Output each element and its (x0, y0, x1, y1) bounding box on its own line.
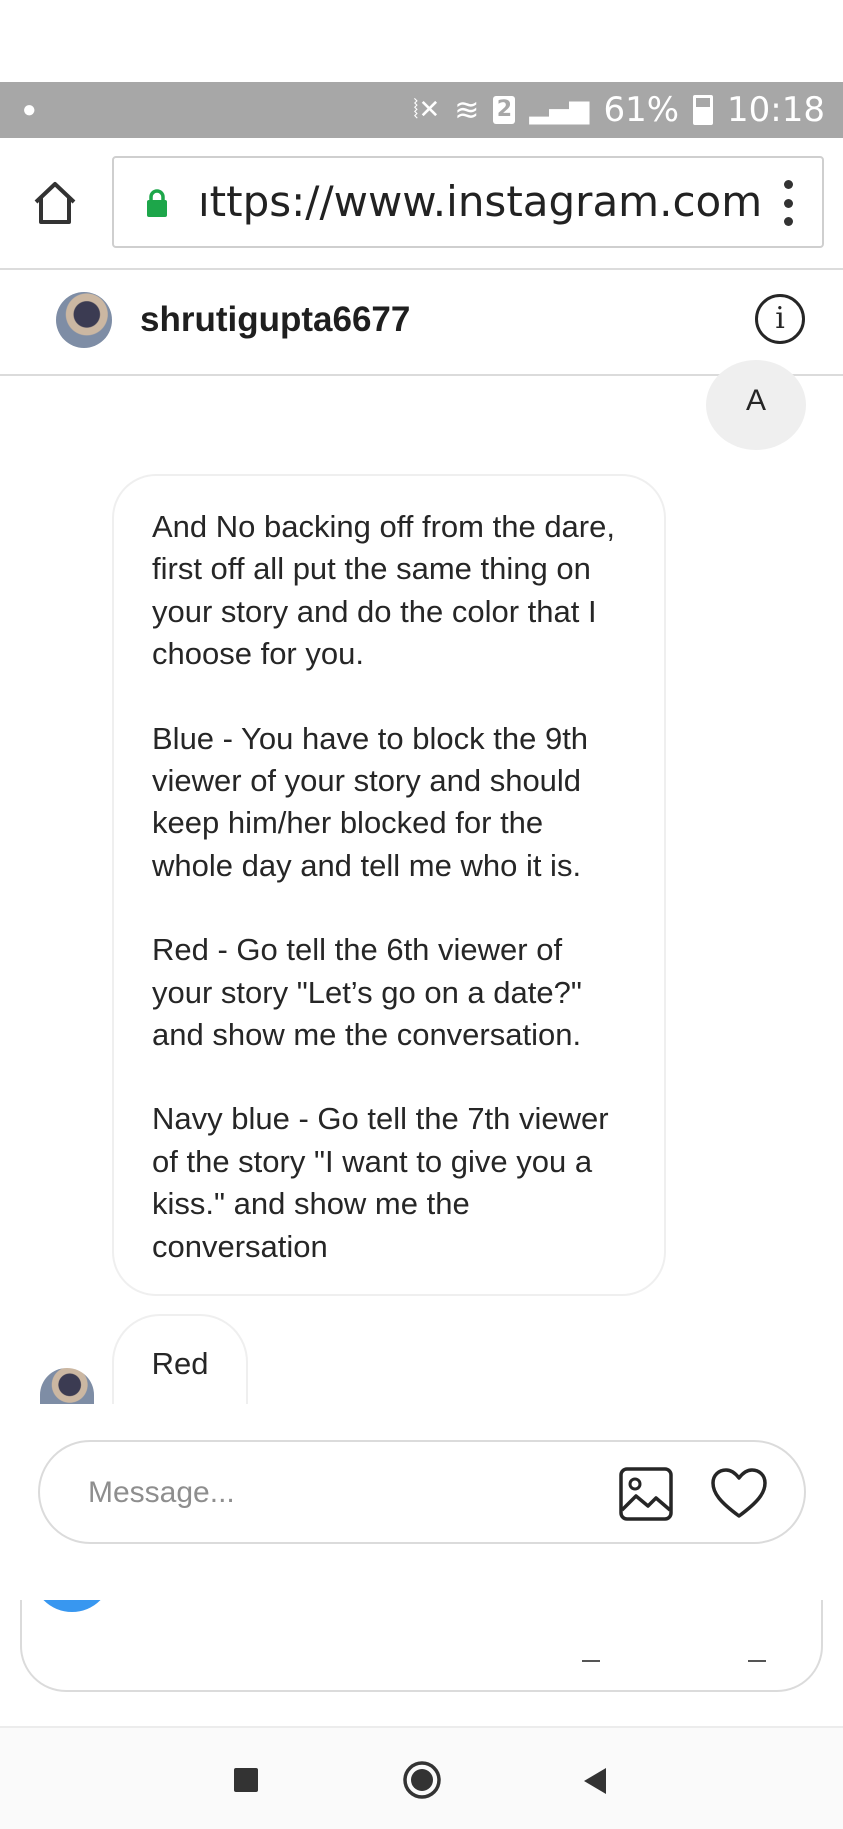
message-paragraph: Blue - You have to block the 9th viewer … (152, 720, 589, 883)
thread-clip-edge (0, 1404, 843, 1410)
message-input[interactable] (86, 1468, 570, 1518)
heart-icon[interactable] (710, 1466, 768, 1522)
kebab-menu-icon[interactable] (784, 180, 794, 226)
thread-header: shrutigupta6677 i (0, 270, 843, 376)
notification-icon: ● (22, 96, 37, 123)
avatar[interactable] (56, 292, 112, 348)
thread-username[interactable]: shrutigupta6677 (140, 300, 410, 340)
divider (748, 1660, 766, 1662)
battery-icon (693, 95, 714, 125)
wifi-icon: ≋ (454, 92, 480, 128)
circle-icon[interactable] (402, 1760, 442, 1800)
bottom-tab-peek (20, 1600, 823, 1692)
square-icon[interactable] (234, 1768, 258, 1792)
clock: 10:18 (727, 90, 825, 130)
triangle-back-icon[interactable] (582, 1766, 608, 1796)
message-paragraph: Red - Go tell the 6th viewer of your sto… (152, 932, 582, 1053)
sender-initial-avatar: A (706, 360, 806, 450)
sim-slot-badge: 2 (493, 96, 516, 124)
signal-icon: ▂▄▆ (529, 95, 590, 125)
message-paragraph: And No backing off from the dare, first … (152, 509, 615, 672)
status-bar-right: ⦚✕ ≋ 2 ▂▄▆ 61% 10:18 (413, 88, 825, 132)
system-nav-bar (0, 1726, 843, 1829)
status-bar: ● ⦚✕ ≋ 2 ▂▄▆ 61% 10:18 (0, 82, 843, 138)
vibrate-icon: ⦚✕ (413, 94, 441, 125)
divider (582, 1660, 600, 1662)
lock-icon (147, 189, 167, 217)
info-icon[interactable]: i (755, 294, 805, 344)
home-icon[interactable] (30, 178, 80, 228)
message-bubble[interactable]: And No backing off from the dare, first … (112, 474, 666, 1296)
reply-bubble[interactable]: Red (112, 1314, 248, 1410)
browser-toolbar: ıttps://www.instagram.com (0, 138, 843, 270)
message-paragraph: Navy blue - Go tell the 7th viewer of th… (152, 1101, 609, 1264)
message-composer (38, 1440, 806, 1544)
url-text[interactable]: ıttps://www.instagram.com (198, 172, 762, 232)
battery-percent: 61% (603, 90, 680, 130)
address-bar[interactable]: ıttps://www.instagram.com (112, 156, 824, 248)
blue-indicator (32, 1600, 112, 1612)
image-icon[interactable] (618, 1466, 674, 1522)
